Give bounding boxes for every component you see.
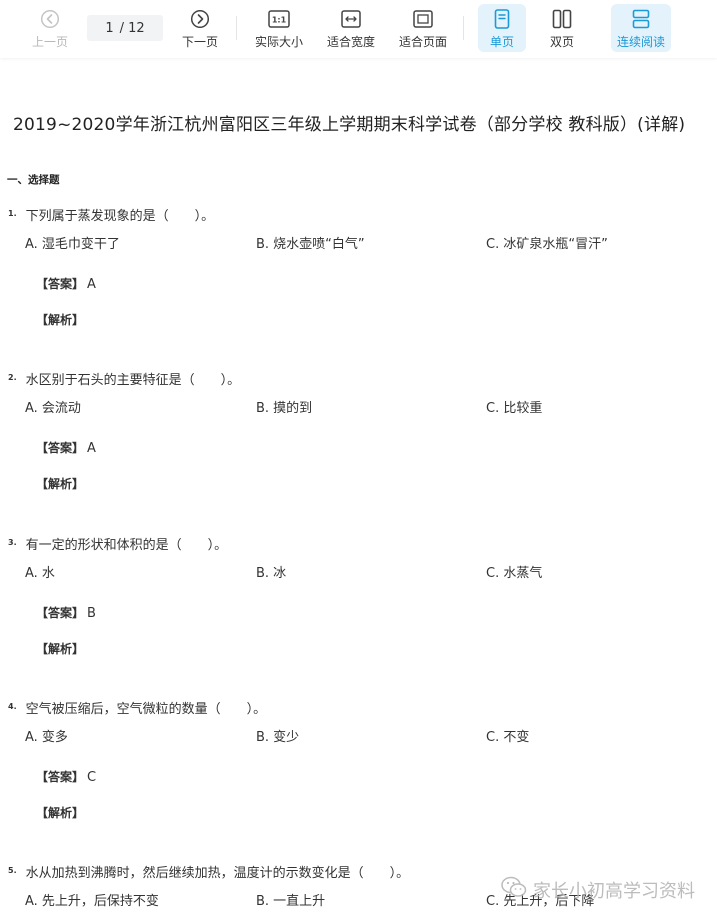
prev-page-label: 上一页: [31, 35, 68, 49]
question-stem: 2. 水区别于石头的主要特征是（ ）。: [8, 369, 240, 388]
svg-text:1:1: 1:1: [272, 16, 287, 25]
continuous-reading-button[interactable]: 连续阅读: [611, 4, 671, 52]
fit-page-label: 适合页面: [398, 35, 447, 49]
single-page-label: 单页: [489, 35, 514, 49]
toolbar-divider: [236, 16, 237, 40]
actual-size-button[interactable]: 1:1 实际大小: [250, 4, 308, 52]
answer-line: 【答案】 A: [36, 439, 96, 456]
arrow-right-circle-icon: [190, 8, 210, 30]
answer-label: 【答案】: [36, 277, 85, 291]
double-page-button[interactable]: 双页: [538, 4, 586, 52]
viewer-toolbar: 上一页 1 / 12 下一页 1:1 实际大小 适合宽度 适合页面 单页 双页 …: [0, 0, 717, 58]
next-page-label: 下一页: [181, 35, 218, 49]
option-b: B. 烧水壶喷“白气”: [256, 237, 365, 252]
double-page-icon: [552, 8, 572, 30]
question-stem: 3. 有一定的形状和体积的是（ ）。: [8, 534, 227, 553]
page-number-input[interactable]: 1: [105, 21, 113, 36]
actual-size-label: 实际大小: [254, 35, 303, 49]
arrow-left-circle-icon: [40, 8, 60, 30]
double-page-label: 双页: [549, 35, 574, 49]
analysis-label: 【解析】: [36, 313, 85, 327]
watermark: 家长小初高学习资料: [501, 876, 695, 903]
option-b: B. 摸的到: [256, 401, 313, 416]
question-number: 3.: [8, 538, 17, 547]
option-a: A. 水: [25, 566, 55, 581]
answer-line: 【答案】 C: [36, 768, 96, 785]
answer-value: A: [87, 441, 96, 456]
option-b: B. 一直上升: [256, 894, 326, 909]
question-number: 2.: [8, 373, 17, 382]
answer-value: C: [87, 770, 97, 785]
page-total: / 12: [119, 20, 145, 36]
question-number: 1.: [8, 209, 17, 218]
option-c: C. 冰矿泉水瓶“冒汗”: [486, 237, 608, 252]
fit-page-icon: [413, 8, 433, 30]
next-page-button[interactable]: 下一页: [176, 4, 224, 52]
answer-value: B: [87, 606, 96, 621]
fit-page-button[interactable]: 适合页面: [394, 4, 452, 52]
option-a: A. 湿毛巾变干了: [25, 237, 120, 252]
option-c: C. 比较重: [486, 401, 543, 416]
fit-width-icon: [341, 8, 361, 30]
analysis-label: 【解析】: [36, 806, 85, 820]
question-text: 下列属于蒸发现象的是（ ）。: [25, 209, 215, 224]
option-c: C. 不变: [486, 730, 530, 745]
question-stem: 5. 水从加热到沸腾时，然后继续加热，温度计的示数变化是（ ）。: [8, 862, 409, 881]
option-a: A. 先上升，后保持不变: [25, 894, 159, 909]
question-text: 空气被压缩后，空气微粒的数量（ ）。: [25, 702, 267, 717]
one-to-one-icon: 1:1: [268, 8, 290, 30]
continuous-icon: [632, 8, 650, 30]
question-text: 水从加热到沸腾时，然后继续加热，温度计的示数变化是（ ）。: [25, 866, 410, 881]
page-indicator: 1 / 12: [87, 15, 163, 41]
wechat-icon: [501, 876, 527, 903]
option-b: B. 冰: [256, 566, 287, 581]
answer-label: 【答案】: [36, 770, 85, 784]
analysis-label: 【解析】: [36, 642, 85, 656]
question-number: 4.: [8, 702, 17, 711]
answer-value: A: [87, 277, 96, 292]
toolbar-divider: [463, 16, 464, 40]
section-heading: 一、选择题: [7, 174, 60, 186]
single-page-button[interactable]: 单页: [478, 4, 526, 52]
answer-label: 【答案】: [36, 606, 85, 620]
question-stem: 4. 空气被压缩后，空气微粒的数量（ ）。: [8, 698, 266, 717]
document-title: 2019~2020学年浙江杭州富阳区三年级上学期期末科学试卷（部分学校 教科版）…: [13, 115, 686, 135]
option-c: C. 水蒸气: [486, 566, 543, 581]
question-text: 有一定的形状和体积的是（ ）。: [25, 538, 228, 553]
answer-line: 【答案】 B: [36, 604, 96, 621]
option-b: B. 变少: [256, 730, 300, 745]
fit-width-button[interactable]: 适合宽度: [322, 4, 380, 52]
option-a: A. 变多: [25, 730, 68, 745]
answer-label: 【答案】: [36, 441, 85, 455]
question-stem: 1. 下列属于蒸发现象的是（ ）。: [8, 205, 214, 224]
fit-width-label: 适合宽度: [326, 35, 375, 49]
question-text: 水区别于石头的主要特征是（ ）。: [25, 373, 241, 388]
analysis-label: 【解析】: [36, 477, 85, 491]
option-a: A. 会流动: [25, 401, 81, 416]
answer-line: 【答案】 A: [36, 275, 96, 292]
single-page-icon: [494, 8, 510, 30]
prev-page-button[interactable]: 上一页: [26, 4, 74, 52]
continuous-reading-label: 连续阅读: [616, 35, 665, 49]
watermark-text: 家长小初高学习资料: [533, 880, 695, 902]
question-number: 5.: [8, 866, 17, 875]
